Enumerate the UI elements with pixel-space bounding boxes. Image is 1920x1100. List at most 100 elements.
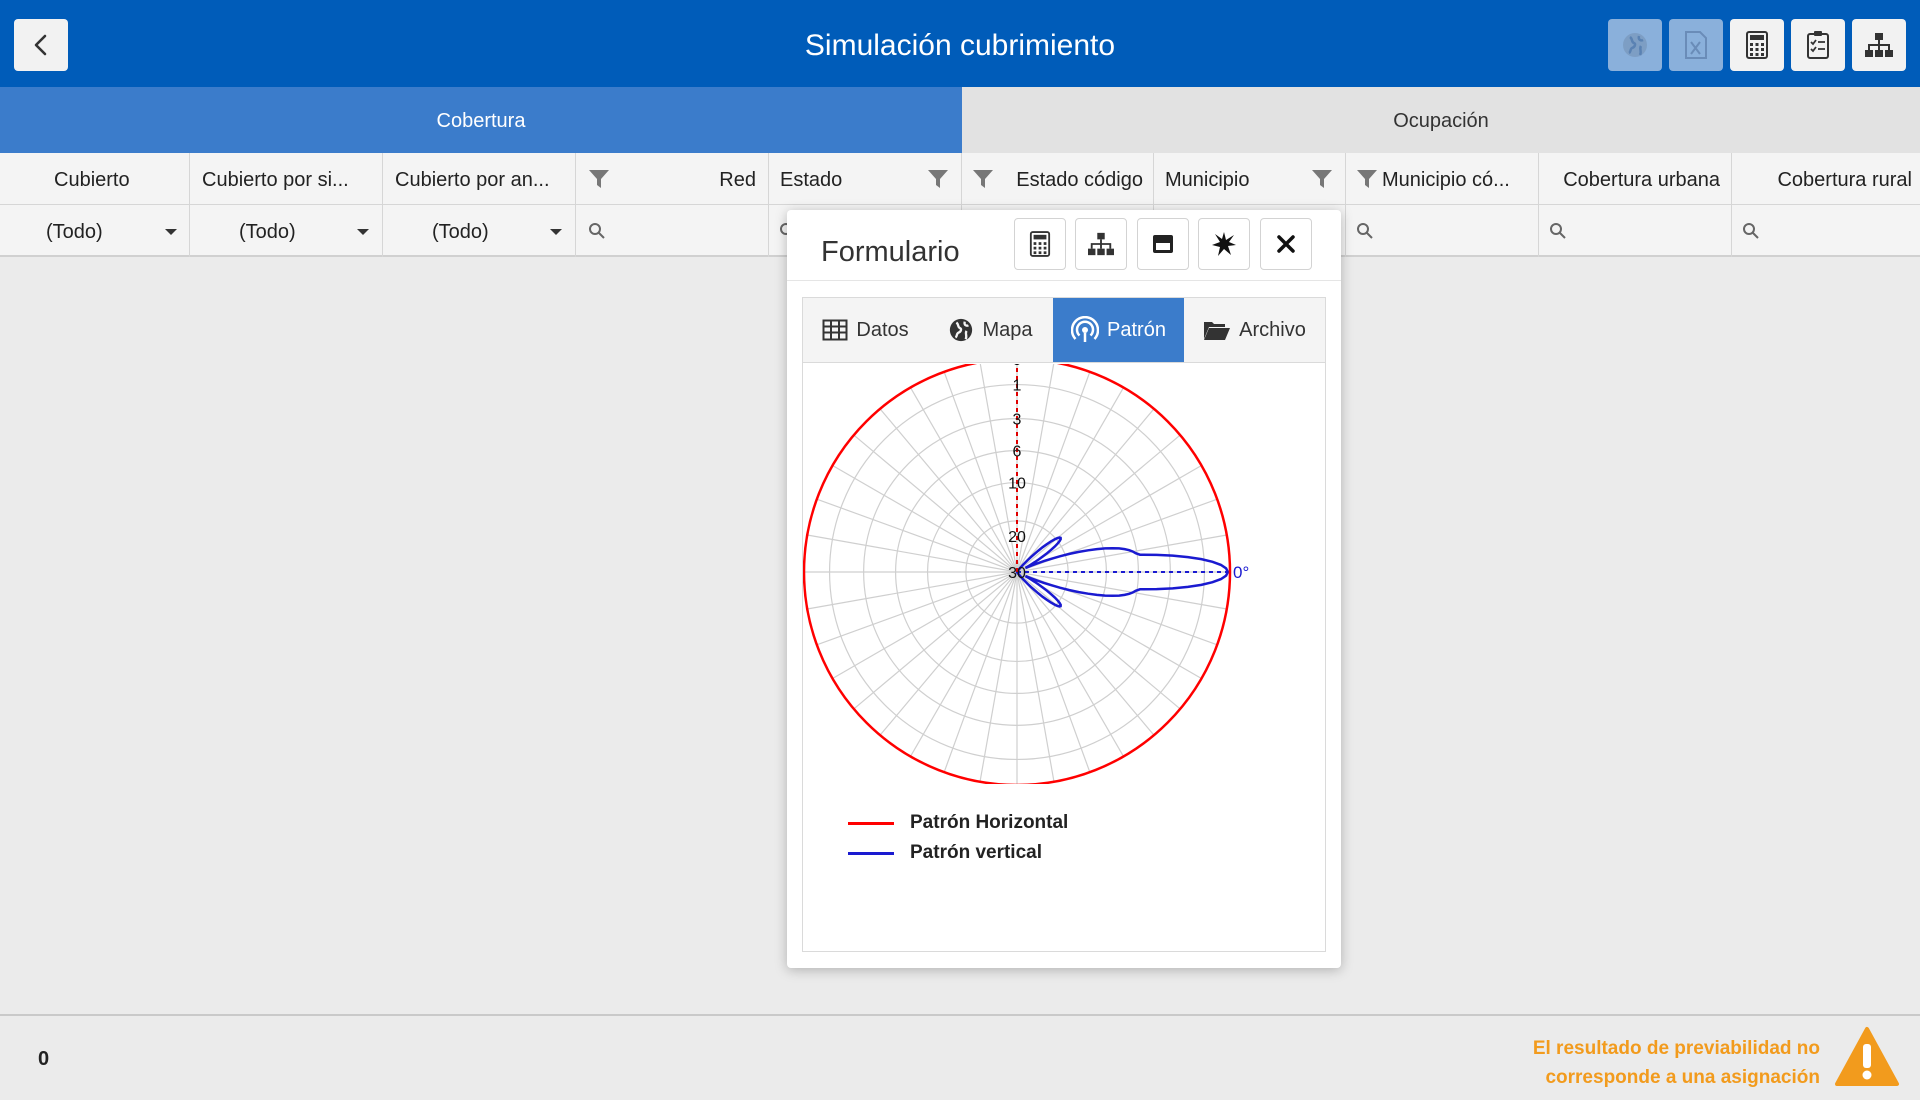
radial-tick-label: 6 [1013, 444, 1022, 461]
vertical-angle-label: 0° [1233, 563, 1249, 582]
checklist-button[interactable] [1791, 19, 1845, 71]
tab-label: Patrón [1107, 318, 1166, 341]
dialog-tabs: Datos Mapa Patrón Archivo [803, 298, 1325, 363]
tab-label: Archivo [1239, 318, 1306, 341]
dialog-close-button[interactable] [1260, 218, 1312, 270]
tab-cobertura[interactable]: Cobertura [0, 87, 962, 153]
filter-select-cubierto[interactable]: (Todo) [0, 205, 190, 257]
filter-value: (Todo) [432, 221, 489, 243]
radial-tick-label: 10 [1008, 476, 1026, 493]
main-tabs: Cobertura Ocupación [0, 87, 1920, 153]
radial-tick-label: 3 [1013, 412, 1022, 429]
filter-search-municipio-codigo[interactable] [1346, 205, 1539, 257]
sitemap-icon [1865, 33, 1893, 57]
chart-legend: Patrón Horizontal Patrón vertical [848, 808, 1068, 868]
tab-datos[interactable]: Datos [803, 298, 928, 362]
column-label: Red [719, 169, 756, 191]
radial-tick-label: 30 [1008, 565, 1026, 582]
legend-label: Patrón Horizontal [910, 812, 1069, 833]
column-header-cubierto-por-an[interactable]: Cubierto por an... [383, 153, 576, 205]
column-header-cobertura-rural[interactable]: Cobertura rural [1732, 153, 1920, 205]
dialog-window-button[interactable] [1137, 218, 1189, 270]
column-label: Cobertura rural [1777, 169, 1912, 191]
chevron-left-icon [34, 34, 47, 56]
caret-down-icon [357, 229, 369, 235]
warning-line: El resultado de previabilidad no [1532, 1038, 1820, 1059]
filter-icon[interactable] [1311, 168, 1333, 190]
map-button[interactable] [1608, 19, 1662, 71]
column-header-estado[interactable]: Estado [769, 153, 962, 205]
column-label: Municipio [1165, 169, 1250, 191]
tab-patron[interactable]: Patrón [1053, 298, 1184, 362]
filter-icon[interactable] [927, 168, 949, 190]
burst-icon [1212, 232, 1236, 256]
table-icon [822, 319, 848, 341]
folder-open-icon [1204, 322, 1231, 340]
caret-down-icon [550, 229, 562, 235]
search-icon [1743, 223, 1759, 239]
clipboard-check-icon [1807, 31, 1829, 59]
legend-item-vertical: Patrón vertical [848, 838, 1068, 868]
column-label: Estado código [1016, 169, 1143, 191]
radiation-pattern-chart: 0136102030 0° 0° [803, 364, 1249, 784]
sitemap-icon [1088, 232, 1114, 256]
warning-icon [1835, 1027, 1899, 1086]
filter-search-red[interactable] [576, 205, 769, 257]
warning-message: El resultado de previabilidad no corresp… [1533, 1034, 1820, 1092]
radial-tick-label: 1 [1013, 378, 1022, 395]
export-excel-button[interactable] [1669, 19, 1723, 71]
filter-search-cobertura-urbana[interactable] [1539, 205, 1732, 257]
filter-value: (Todo) [46, 221, 103, 243]
column-header-municipio[interactable]: Municipio [1154, 153, 1346, 205]
dialog-hierarchy-button[interactable] [1075, 218, 1127, 270]
filter-select-cubierto-por-si[interactable]: (Todo) [190, 205, 383, 257]
legend-item-horizontal: Patrón Horizontal [848, 808, 1068, 838]
tab-mapa[interactable]: Mapa [928, 298, 1053, 362]
column-header-municipio-codigo[interactable]: Municipio có... [1346, 153, 1539, 205]
dialog-divider [787, 280, 1341, 281]
column-header-cubierto[interactable]: Cubierto [0, 153, 190, 205]
excel-icon [1685, 31, 1707, 59]
radial-tick-label: 20 [1008, 529, 1026, 546]
globe-icon [1623, 33, 1647, 57]
dialog-calculator-button[interactable] [1014, 218, 1066, 270]
grid-header: Cubierto Cubierto por si... Cubierto por… [0, 153, 1920, 205]
filter-search-cobertura-rural[interactable] [1732, 205, 1920, 257]
column-label: Cubierto [54, 169, 130, 191]
calculator-button[interactable] [1730, 19, 1784, 71]
radial-tick-label: 0 [1013, 364, 1022, 369]
legend-label: Patrón vertical [910, 842, 1042, 863]
filter-value: (Todo) [239, 221, 296, 243]
filter-select-cubierto-por-an[interactable]: (Todo) [383, 205, 576, 257]
dialog-burst-button[interactable] [1198, 218, 1250, 270]
column-header-estado-codigo[interactable]: Estado código [962, 153, 1154, 205]
calculator-icon [1029, 231, 1051, 257]
search-icon [1357, 223, 1373, 239]
status-bar: 0 El resultado de previabilidad no corre… [0, 1014, 1920, 1100]
filter-icon[interactable] [1356, 168, 1378, 190]
tab-label: Datos [856, 318, 909, 341]
column-header-cobertura-urbana[interactable]: Cobertura urbana [1539, 153, 1732, 205]
app-header: Simulación cubrimiento [0, 0, 1920, 87]
legend-swatch [848, 851, 894, 855]
hierarchy-button[interactable] [1852, 19, 1906, 71]
antenna-icon [1071, 316, 1100, 342]
close-icon [1277, 235, 1295, 253]
column-header-cubierto-por-si[interactable]: Cubierto por si... [190, 153, 383, 205]
filter-icon[interactable] [588, 168, 610, 190]
legend-swatch [848, 821, 894, 825]
globe-icon [950, 318, 973, 342]
column-header-red[interactable]: Red [576, 153, 769, 205]
warning-line: corresponde a una asignación [1545, 1067, 1820, 1088]
tab-archivo[interactable]: Archivo [1184, 298, 1325, 362]
calculator-icon [1746, 31, 1768, 59]
form-dialog: Formulario Datos Mapa Patrón Archivo 1 3… [787, 210, 1341, 968]
dialog-panel: Datos Mapa Patrón Archivo 0 1 3 6 10 20 30 0° [802, 297, 1326, 952]
window-icon [1153, 235, 1173, 253]
tab-ocupacion[interactable]: Ocupación [962, 87, 1920, 153]
dialog-title: Formulario [821, 236, 960, 268]
back-button[interactable] [14, 19, 68, 71]
search-icon [1550, 223, 1566, 239]
column-label: Cubierto por si... [202, 169, 349, 191]
filter-icon[interactable] [972, 168, 994, 190]
